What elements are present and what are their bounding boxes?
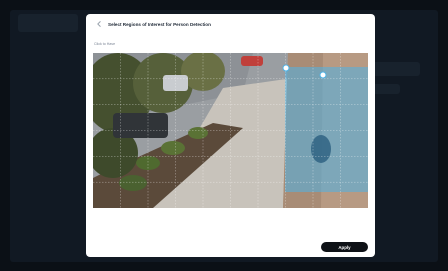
camera-snapshot: [93, 53, 368, 208]
chevron-left-icon: [97, 21, 101, 27]
modal-header: Select Regions of Interest for Person De…: [86, 14, 375, 34]
background-header-block: [18, 14, 78, 32]
region-handle[interactable]: [282, 64, 290, 72]
back-button[interactable]: [90, 15, 108, 33]
camera-frame[interactable]: [93, 53, 368, 208]
region-handle[interactable]: [319, 71, 327, 79]
roi-selection-modal: Select Regions of Interest for Person De…: [86, 14, 375, 257]
selected-region[interactable]: [285, 67, 368, 192]
modal-subtitle: Click to Have: [94, 42, 116, 46]
modal-title: Select Regions of Interest for Person De…: [108, 21, 211, 27]
apply-button[interactable]: Apply: [321, 242, 368, 252]
